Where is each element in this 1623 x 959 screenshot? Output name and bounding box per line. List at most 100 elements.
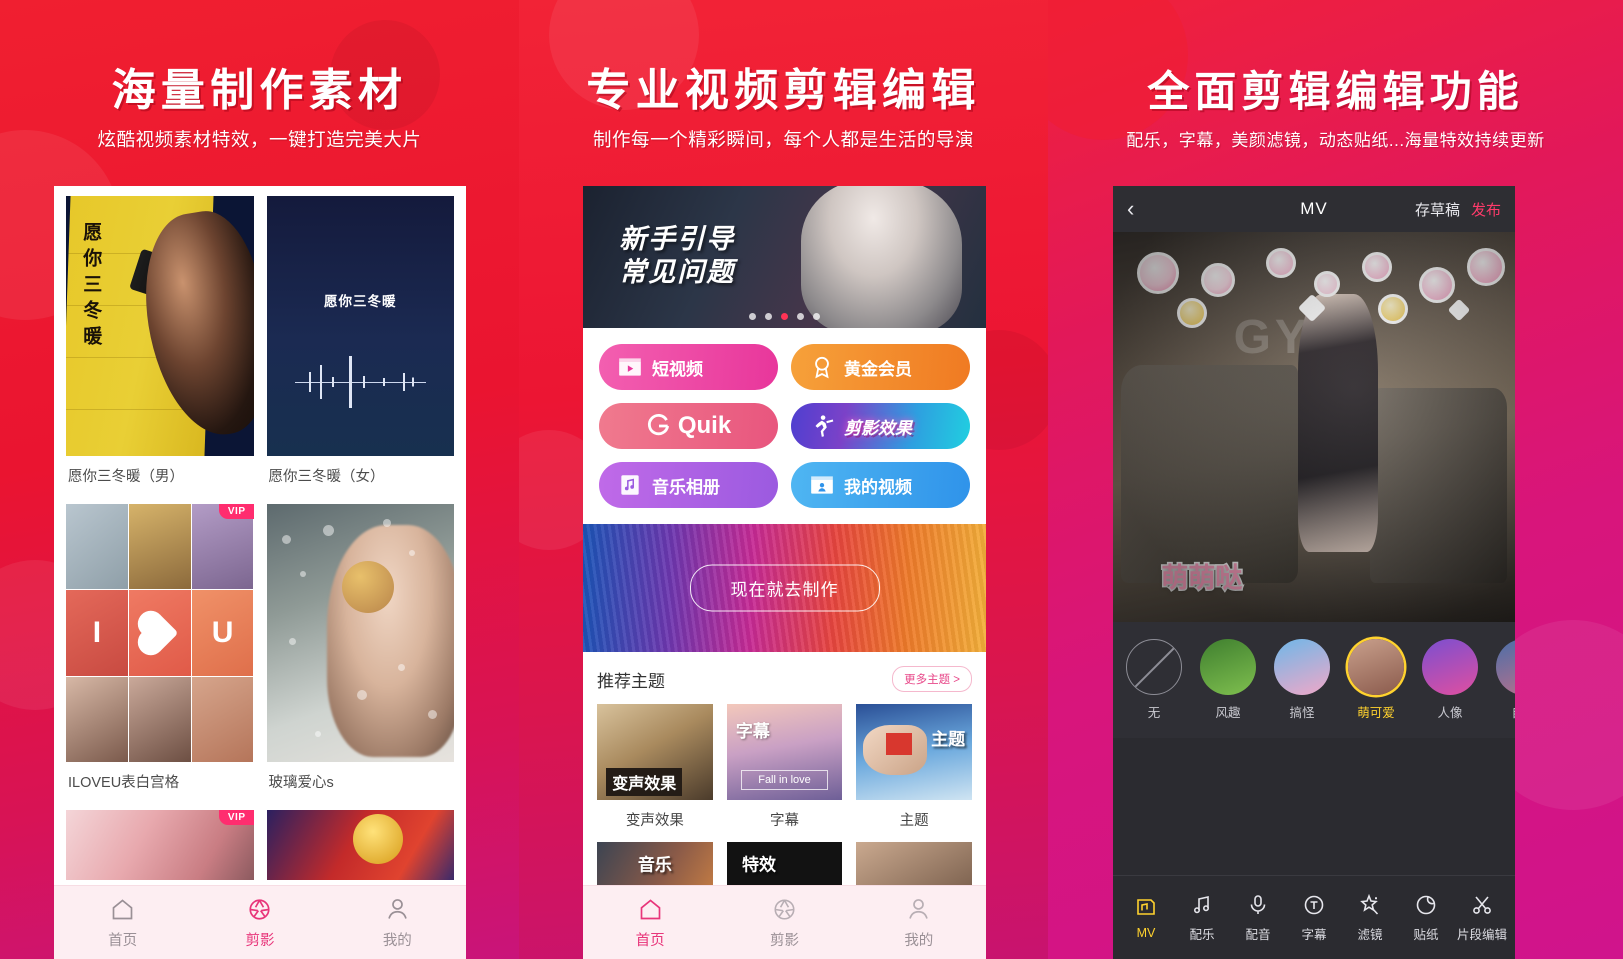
material-card[interactable]	[266, 810, 454, 880]
button-music-album[interactable]: 音乐相册	[599, 462, 778, 508]
tool-filter[interactable]: 滤镜	[1343, 893, 1397, 943]
material-card[interactable]: 玻璃爱心s	[266, 504, 454, 805]
tool-mv[interactable]: MV	[1119, 895, 1173, 940]
button-label: 黄金会员	[844, 359, 912, 379]
filter-item[interactable]: 人像	[1419, 639, 1481, 721]
editor-toolbar: MV 配乐 配音 字幕 滤镜 贴纸 片段编辑	[1113, 875, 1515, 959]
button-my-video[interactable]: 我的视频	[791, 462, 970, 508]
person-art	[1297, 294, 1379, 552]
material-caption: 玻璃爱心s	[268, 775, 334, 791]
tab-edit[interactable]: 剪影	[192, 896, 328, 950]
phone-screen-home: 新手引导 常见问题 短视频 黄金会员 Quik 剪影效果 音乐相册 我的视频 现…	[583, 186, 986, 959]
make-now-button[interactable]: 现在就去制作	[689, 564, 880, 612]
banner-line-2: 常见问题	[619, 256, 736, 287]
filter-label: 无	[1147, 706, 1161, 720]
tab-label: 我的	[382, 932, 412, 949]
tool-voiceover[interactable]: 配音	[1231, 893, 1285, 943]
tab-mine[interactable]: 我的	[329, 896, 465, 950]
material-card[interactable]: I U VIP ILOVEU表白宫格	[66, 504, 254, 805]
theme-card[interactable]: 主题 主题	[856, 704, 973, 840]
theme-card[interactable]: 变声效果 变声效果	[597, 704, 713, 840]
filter-item-none[interactable]: 无	[1123, 639, 1185, 721]
filter-thumbnail	[1274, 639, 1330, 695]
phone-screen-editor: ‹ MV 存草稿 发布 GYM 萌萌哒 无 风趣 搞怪 萌可爱 人像 MV 配乐…	[1113, 186, 1515, 959]
filter-label: 风趣	[1215, 706, 1241, 720]
top-bar-actions: 存草稿 发布	[1415, 199, 1501, 220]
tool-clip-edit[interactable]: 片段编辑	[1455, 893, 1509, 943]
video-preview[interactable]: GYM 萌萌哒	[1113, 232, 1515, 622]
tool-label: 配音	[1245, 927, 1271, 942]
tab-mine[interactable]: 我的	[852, 896, 985, 950]
filter-item-selected[interactable]: 萌可爱	[1345, 639, 1407, 721]
tab-edit[interactable]: 剪影	[718, 896, 851, 950]
vip-badge: VIP	[218, 810, 254, 825]
tab-home[interactable]: 首页	[55, 896, 191, 950]
candy-sticker-icon	[1314, 271, 1340, 297]
tool-sticker[interactable]: 贴纸	[1399, 893, 1453, 943]
candy-sticker-icon	[1201, 263, 1236, 298]
bottom-tab-bar: 首页 剪影 我的	[583, 885, 986, 959]
filter-thumbnail	[1422, 639, 1478, 695]
aperture-icon	[249, 898, 271, 920]
button-quik[interactable]: Quik	[599, 403, 778, 449]
tab-label: 我的	[904, 932, 934, 949]
tab-home[interactable]: 首页	[584, 896, 717, 950]
promo-screenshot: 海量制作素材 炫酷视频素材特效，一键打造完美大片 专业视频剪辑编辑 制作每一个精…	[0, 0, 1623, 959]
tool-label: MV	[1136, 926, 1156, 940]
promo-banner[interactable]: 新手引导 常见问题	[583, 186, 986, 328]
more-themes-button[interactable]: 更多主题 >	[892, 666, 972, 692]
panel-three-heading: 全面剪辑编辑功能 配乐，字幕，美颜滤镜，动态贴纸...海量特效持续更新	[1048, 69, 1623, 151]
filter-thumbnail	[1200, 639, 1256, 695]
tab-label: 首页	[108, 932, 138, 949]
theme-card[interactable]: 音乐	[597, 842, 713, 888]
waveform-thumbnail: 愿你三冬暖	[266, 196, 454, 456]
theme-overlay-text: 特效	[742, 855, 777, 875]
quik-logo-icon	[647, 413, 669, 436]
button-label: 短视频	[652, 359, 703, 379]
filter-thumbnail	[1496, 639, 1515, 695]
filter-item[interactable]: 搞怪	[1271, 639, 1333, 721]
button-silhouette-effect[interactable]: 剪影效果	[791, 403, 970, 449]
tab-label: 首页	[635, 932, 665, 949]
recommended-themes-section: 推荐主题 更多主题 > 变声效果 变声效果 字幕 Fall in love 字幕	[583, 652, 986, 888]
publish-button[interactable]: 发布	[1471, 199, 1501, 220]
themes-row-partial: 音乐 特效	[597, 842, 973, 888]
candy-sticker-icon	[1378, 294, 1409, 325]
editor-top-bar: ‹ MV 存草稿 发布	[1113, 186, 1515, 232]
theme-card[interactable]: 字幕 Fall in love 字幕	[726, 704, 843, 840]
sticker-icon	[1416, 895, 1436, 914]
candy-sticker-icon	[1362, 251, 1393, 282]
filter-item[interactable]: 自拍	[1493, 639, 1515, 721]
theme-overlay-text: 变声效果	[606, 768, 683, 797]
button-short-video[interactable]: 短视频	[599, 344, 778, 390]
banner-pagination-dots[interactable]	[583, 313, 986, 320]
waveform-title: 愿你三冬暖	[324, 293, 397, 309]
theme-thumbnail: 变声效果	[597, 704, 713, 800]
filter-item[interactable]: 风趣	[1197, 639, 1259, 721]
material-card[interactable]: 愿你三冬暖 愿你三冬暖（男）	[66, 196, 254, 499]
material-card[interactable]: 愿你三冬暖 愿你三冬暖（女）	[266, 196, 454, 499]
tool-music[interactable]: 配乐	[1175, 893, 1229, 943]
filter-thumbnail	[1348, 639, 1404, 695]
candy-sticker-icon	[1177, 298, 1208, 329]
tool-label: 片段编辑	[1456, 927, 1507, 942]
video-clapper-icon	[619, 358, 641, 376]
gym-watermark: GYM	[1233, 311, 1355, 364]
collage-thumbnail: I U	[66, 504, 254, 762]
theme-thumbnail: 音乐	[597, 842, 713, 888]
subheadline: 配乐，字幕，美颜滤镜，动态贴纸...海量特效持续更新	[1126, 131, 1545, 151]
tool-subtitle[interactable]: 字幕	[1287, 893, 1341, 943]
dj-photo	[800, 186, 962, 328]
candy-sticker-icon	[1137, 251, 1180, 294]
save-draft-button[interactable]: 存草稿	[1415, 199, 1460, 220]
festival-thumbnail	[266, 810, 454, 880]
theme-card[interactable]: 特效	[726, 842, 843, 888]
material-caption: 愿你三冬暖（男）	[68, 469, 184, 485]
theme-overlay-text: 主题	[931, 730, 966, 750]
theme-card[interactable]	[856, 842, 973, 888]
button-gold-member[interactable]: 黄金会员	[791, 344, 970, 390]
filter-strip[interactable]: 无 风趣 搞怪 萌可爱 人像 自拍	[1113, 622, 1515, 738]
gym-equipment-art	[1121, 364, 1298, 583]
material-card[interactable]: VIP	[66, 810, 254, 880]
collage-letter: I	[92, 615, 102, 649]
